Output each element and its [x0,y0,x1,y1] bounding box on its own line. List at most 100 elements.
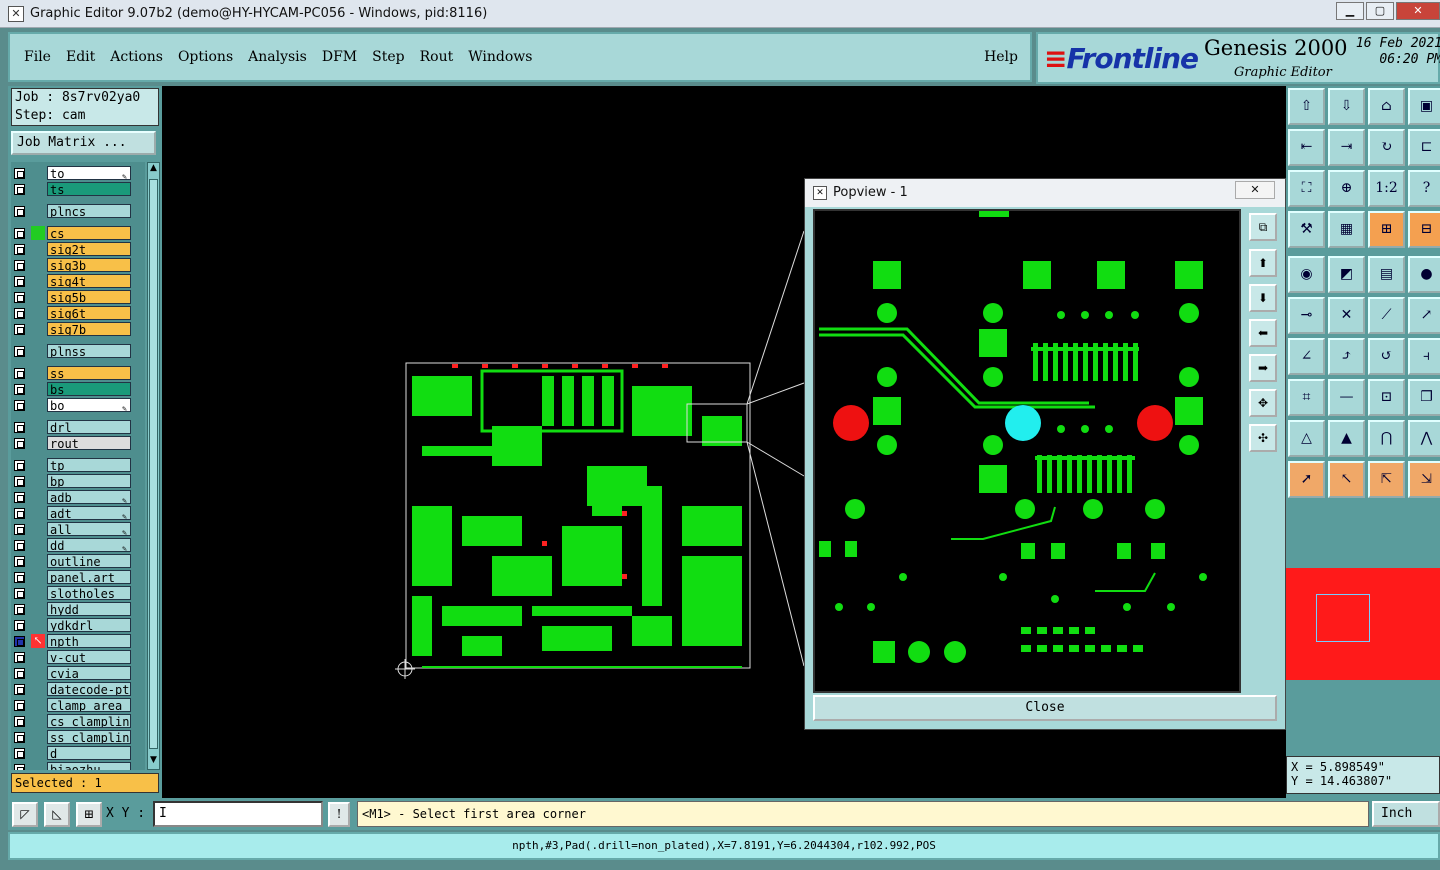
layer-checkbox[interactable] [14,652,25,663]
layer-marker[interactable] [31,274,45,288]
layer-marker[interactable] [31,258,45,272]
popview-pan-left-icon[interactable]: ⬅ [1249,319,1277,347]
layer-row-to[interactable]: to ✎ [11,166,145,180]
layer-checkbox[interactable] [14,620,25,631]
layer-marker[interactable] [31,204,45,218]
layer-checkbox[interactable] [14,604,25,615]
multi-select-icon[interactable]: ⇲ [1408,461,1440,498]
layer-name[interactable]: panel.art [47,570,131,584]
layer-checkbox[interactable] [14,308,25,319]
layer-row-sig7b[interactable]: sig7b [11,322,145,336]
layer-checkbox[interactable] [14,764,25,770]
grid-tool-icon[interactable]: ▦ [1328,211,1365,248]
layer-name[interactable]: sig5b [47,290,131,304]
layer-name[interactable]: outline [47,554,131,568]
layer-name[interactable]: to ✎ [47,166,131,180]
layer-name[interactable]: drl [47,420,131,434]
ruler-icon[interactable]: ▤ [1368,256,1405,293]
layer-checkbox[interactable] [14,324,25,335]
layer-row-all[interactable]: all ✎ [11,522,145,536]
layer-row-plnss[interactable]: plnss [11,344,145,358]
layer-name[interactable]: sig7b [47,322,131,336]
layer-marker[interactable] [31,322,45,336]
layer-checkbox[interactable] [14,184,25,195]
menu-help[interactable]: Help [984,49,1018,65]
scroll-thumb[interactable] [149,179,158,749]
layer-name[interactable]: biaozhu [47,762,131,770]
layer-checkbox[interactable] [14,572,25,583]
layer-marker[interactable] [31,382,45,396]
connect-icon[interactable]: ⊸ [1288,297,1325,334]
layer-row-tp[interactable]: tp [11,458,145,472]
rotate-icon[interactable]: ↺ [1368,338,1405,375]
popview-close-button[interactable]: Close [813,695,1277,721]
layer-row-cvia[interactable]: cvia [11,666,145,680]
layer-row-adt[interactable]: adt ✎ [11,506,145,520]
layer-marker[interactable] [31,166,45,180]
layer-name[interactable]: hydd [47,602,131,616]
redo-icon[interactable]: ↻ [1368,129,1405,166]
layer-checkbox[interactable] [14,206,25,217]
layer-checkbox[interactable] [14,492,25,503]
layer-row-plncs[interactable]: plncs [11,204,145,218]
xy-input[interactable]: I [153,801,323,827]
layer-name[interactable]: ss [47,366,131,380]
layer-name[interactable]: datecode-pte [47,682,131,696]
layer-marker[interactable] [31,650,45,664]
close-button[interactable]: ✕ [1396,2,1440,20]
alert-icon[interactable]: ! [328,802,350,827]
snap-icon[interactable]: ◸ [12,802,38,827]
layer-row-sig3b[interactable]: sig3b [11,258,145,272]
layer-checkbox[interactable] [14,636,25,647]
pad-icon[interactable]: ◉ [1288,256,1325,293]
minimize-button[interactable]: ▁ [1336,2,1364,20]
layer-checkbox[interactable] [14,748,25,759]
layer-row-dd[interactable]: dd ✎ [11,538,145,552]
line-icon[interactable]: ⟋ [1368,297,1405,334]
help-icon[interactable]: ? [1408,170,1440,207]
arch2-icon[interactable]: ⋀ [1408,420,1440,457]
arch-icon[interactable]: ⋂ [1368,420,1405,457]
home-up-icon[interactable]: ⇧ [1288,88,1325,125]
units-selector[interactable]: Inch [1372,801,1440,827]
layer-checkbox[interactable] [14,400,25,411]
menu-actions[interactable]: Actions [110,49,163,65]
menu-file[interactable]: File [24,49,51,65]
layer-row-v-cut[interactable]: v-cut [11,650,145,664]
layer-row-rout[interactable]: rout [11,436,145,450]
job-matrix-button[interactable]: Job Matrix ... [11,131,156,155]
layer-name[interactable]: bs [47,382,131,396]
layer-row-cs_clampline[interactable]: cs_clampline [11,714,145,728]
pointer-icon[interactable]: ➚ [1288,461,1325,498]
menu-options[interactable]: Options [178,49,233,65]
layer-row-sig2t[interactable]: sig2t [11,242,145,256]
layer-scrollbar[interactable]: ▲ ▼ [147,162,160,770]
layer-checkbox[interactable] [14,556,25,567]
layer-marker[interactable] [31,762,45,770]
measure-icon[interactable]: ⊡ [1368,379,1405,416]
layer-row-ss_clampline[interactable]: ss_clampline [11,730,145,744]
scale-icon[interactable]: 1:2 [1368,170,1405,207]
popview-zoom-fit-icon[interactable]: ⧉ [1249,213,1277,241]
vector-icon[interactable]: ↗ [1408,297,1440,334]
layer-checkbox[interactable] [14,540,25,551]
arc-icon[interactable]: ⤴ [1328,338,1365,375]
popview-zoom-out-icon[interactable]: ✣ [1249,424,1277,452]
layer-marker[interactable] [31,554,45,568]
layer-row-sig5b[interactable]: sig5b [11,290,145,304]
layer-name[interactable]: slotholes [47,586,131,600]
layer-marker[interactable] [31,226,45,240]
layer-checkbox[interactable] [14,716,25,727]
layer-checkbox[interactable] [14,524,25,535]
layer-name[interactable]: tp [47,458,131,472]
layer-row-bp[interactable]: bp [11,474,145,488]
minimap-viewport[interactable] [1316,594,1370,642]
navigation-minimap[interactable] [1286,568,1440,680]
layer-checkbox[interactable] [14,476,25,487]
layer-marker[interactable] [31,344,45,358]
popview-zoom-in-icon[interactable]: ✥ [1249,389,1277,417]
layer-row-bs[interactable]: bs [11,382,145,396]
layer-marker[interactable] [31,458,45,472]
menu-rout[interactable]: Rout [420,49,454,65]
scroll-up-arrow[interactable]: ▲ [148,163,159,177]
